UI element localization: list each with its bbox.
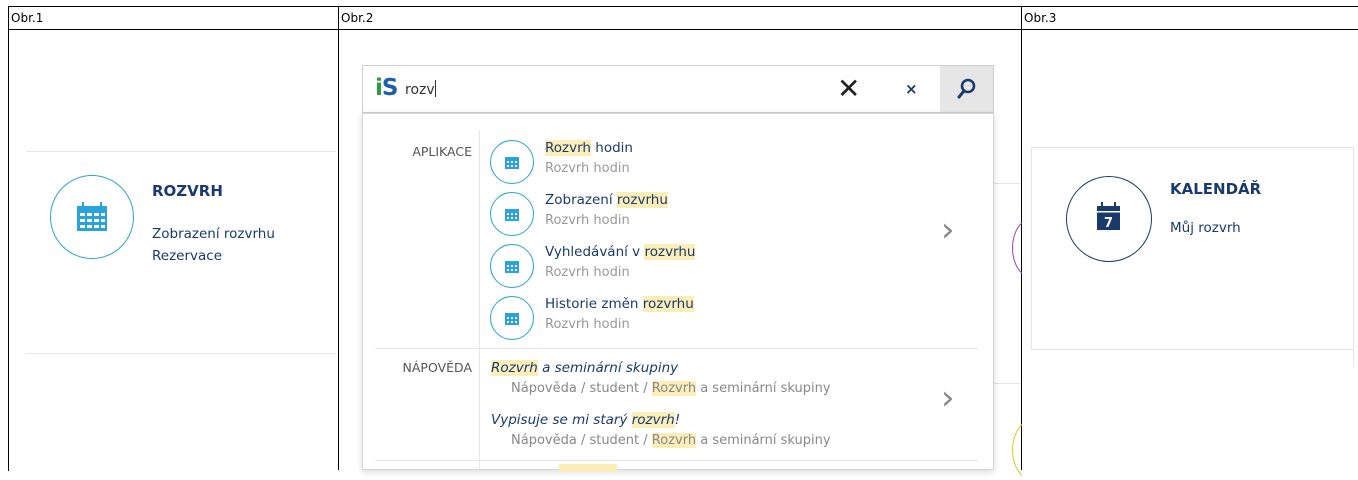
search-results-dropdown: APLIKACE Rozvrh hodin Rozvrh hodin Zobra… bbox=[362, 113, 994, 472]
section-separator bbox=[479, 130, 480, 470]
background-tile-edge bbox=[994, 383, 1020, 384]
help-result-title[interactable]: Rozvrh a seminární skupiny bbox=[491, 360, 678, 376]
svg-text:7: 7 bbox=[1103, 216, 1112, 231]
column-divider bbox=[338, 6, 339, 470]
result-title: Rozvrh hodin bbox=[545, 140, 633, 156]
column-header-obr1: Obr.1 bbox=[11, 11, 44, 25]
calendar-icon bbox=[490, 244, 534, 288]
calendar-icon bbox=[490, 192, 534, 236]
section-divider bbox=[375, 460, 978, 461]
result-subtitle: Rozvrh hodin bbox=[545, 317, 630, 332]
column-header-obr3: Obr.3 bbox=[1024, 11, 1057, 25]
tile-edge bbox=[1353, 147, 1354, 367]
search-bar: iS rozv ✕ × bbox=[362, 65, 994, 113]
help-result-title[interactable]: Vypisuje se mi starý rozvrh! bbox=[491, 412, 680, 428]
header-divider bbox=[8, 29, 1358, 30]
chevron-right-icon[interactable]: › bbox=[941, 378, 955, 418]
rozvrh-tile: ROZVRH Zobrazení rozvrhu Rezervace bbox=[26, 151, 336, 354]
help-result-path: Nápověda / student / Rozvrh a seminární … bbox=[511, 381, 831, 396]
calendar-icon bbox=[490, 296, 534, 340]
search-button[interactable] bbox=[940, 66, 993, 112]
kalendar-tile: 7 KALENDÁŘ Můj rozvrh bbox=[1031, 147, 1354, 350]
result-subtitle: Rozvrh hodin bbox=[545, 161, 630, 176]
tile-link-muj-rozvrh[interactable]: Můj rozvrh bbox=[1170, 220, 1241, 236]
section-label-apps: APLIKACE bbox=[412, 144, 472, 159]
tile-title[interactable]: KALENDÁŘ bbox=[1170, 180, 1261, 198]
help-result-path: Nápověda / student / Rozvrh a seminární … bbox=[511, 433, 831, 448]
calendar-grid-icon bbox=[50, 175, 134, 259]
result-title: Historie změn rozvrhu bbox=[545, 296, 694, 312]
background-tile-edge bbox=[994, 183, 1020, 184]
result-title: Vyhledávání v rozvrhu bbox=[545, 244, 696, 260]
calendar-day-icon: 7 bbox=[1066, 176, 1152, 262]
result-subtitle: Rozvrh hodin bbox=[545, 213, 630, 228]
section-divider bbox=[375, 348, 978, 349]
result-title: Zobrazení rozvrhu bbox=[545, 192, 668, 208]
tile-link-zobrazeni[interactable]: Zobrazení rozvrhu bbox=[152, 226, 275, 242]
chevron-right-icon[interactable]: › bbox=[941, 210, 955, 250]
column-header-obr2: Obr.2 bbox=[341, 11, 374, 25]
highlight-fragment bbox=[559, 464, 617, 472]
result-subtitle: Rozvrh hodin bbox=[545, 265, 630, 280]
search-icon bbox=[957, 78, 976, 99]
clear-icon[interactable]: × bbox=[905, 80, 918, 98]
close-icon[interactable]: ✕ bbox=[837, 74, 860, 104]
section-label-help: NÁPOVĚDA bbox=[402, 360, 472, 375]
search-input[interactable]: rozv bbox=[405, 80, 436, 98]
calendar-icon bbox=[490, 140, 534, 184]
tile-title[interactable]: ROZVRH bbox=[152, 182, 223, 200]
tile-link-rezervace[interactable]: Rezervace bbox=[152, 248, 222, 264]
is-logo[interactable]: iS bbox=[375, 75, 398, 101]
